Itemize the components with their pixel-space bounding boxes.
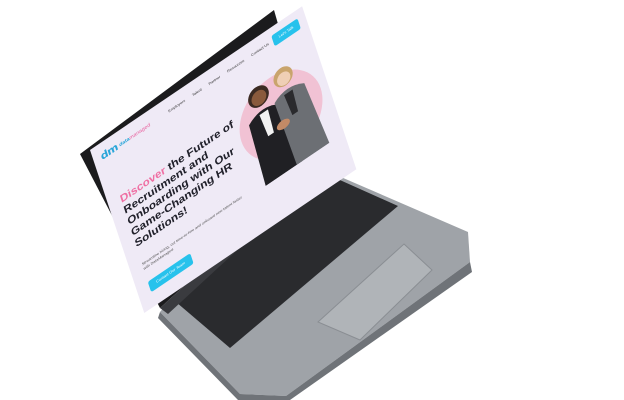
nav-link-talent[interactable]: Talent xyxy=(192,88,203,98)
nav-cta-button[interactable]: Let's Talk xyxy=(271,18,301,47)
logo-wordmark: datamanaged xyxy=(118,122,151,148)
nav-link-partner[interactable]: Partner xyxy=(208,75,221,87)
nav-link-resources[interactable]: Resources xyxy=(227,59,245,74)
logo-mark: dm xyxy=(99,141,119,163)
nav-link-employers[interactable]: Employers xyxy=(168,99,186,114)
nav-link-contact[interactable]: Contact Us xyxy=(251,42,270,58)
laptop-mockup: dm datamanaged Employers Talent Partner … xyxy=(0,0,624,400)
